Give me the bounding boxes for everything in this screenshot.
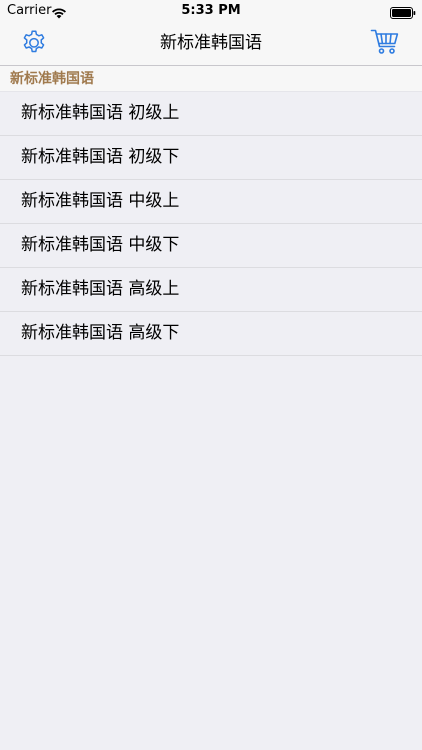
list-item-label: 新标准韩国语 高级上	[21, 279, 180, 299]
status-time: 5:33 PM	[181, 3, 241, 18]
book-list: 新标准韩国语 初级上 新标准韩国语 初级下 新标准韩国语 中级上 新标准韩国语 …	[0, 92, 422, 356]
list-item[interactable]: 新标准韩国语 高级上	[0, 268, 422, 312]
list-item[interactable]: 新标准韩国语 中级下	[0, 224, 422, 268]
cart-icon	[370, 28, 400, 60]
list-item-label: 新标准韩国语 高级下	[21, 323, 180, 343]
list-item[interactable]: 新标准韩国语 初级下	[0, 136, 422, 180]
page-title: 新标准韩国语	[160, 33, 262, 53]
list-item[interactable]: 新标准韩国语 中级上	[0, 180, 422, 224]
list-item-label: 新标准韩国语 中级下	[21, 235, 180, 255]
list-item[interactable]: 新标准韩国语 初级上	[0, 92, 422, 136]
list-item-label: 新标准韩国语 中级上	[21, 191, 180, 211]
cart-button[interactable]	[368, 28, 402, 60]
list-item-label: 新标准韩国语 初级上	[21, 103, 180, 123]
list-item[interactable]: 新标准韩国语 高级下	[0, 312, 422, 356]
navigation-bar: 新标准韩国语	[0, 22, 422, 66]
list-item-label: 新标准韩国语 初级下	[21, 147, 180, 167]
section-header-label: 新标准韩国语	[10, 71, 94, 87]
section-header: 新标准韩国语	[0, 66, 422, 92]
status-bar: Carrier 5:33 PM	[0, 0, 422, 22]
battery-icon	[390, 4, 416, 19]
